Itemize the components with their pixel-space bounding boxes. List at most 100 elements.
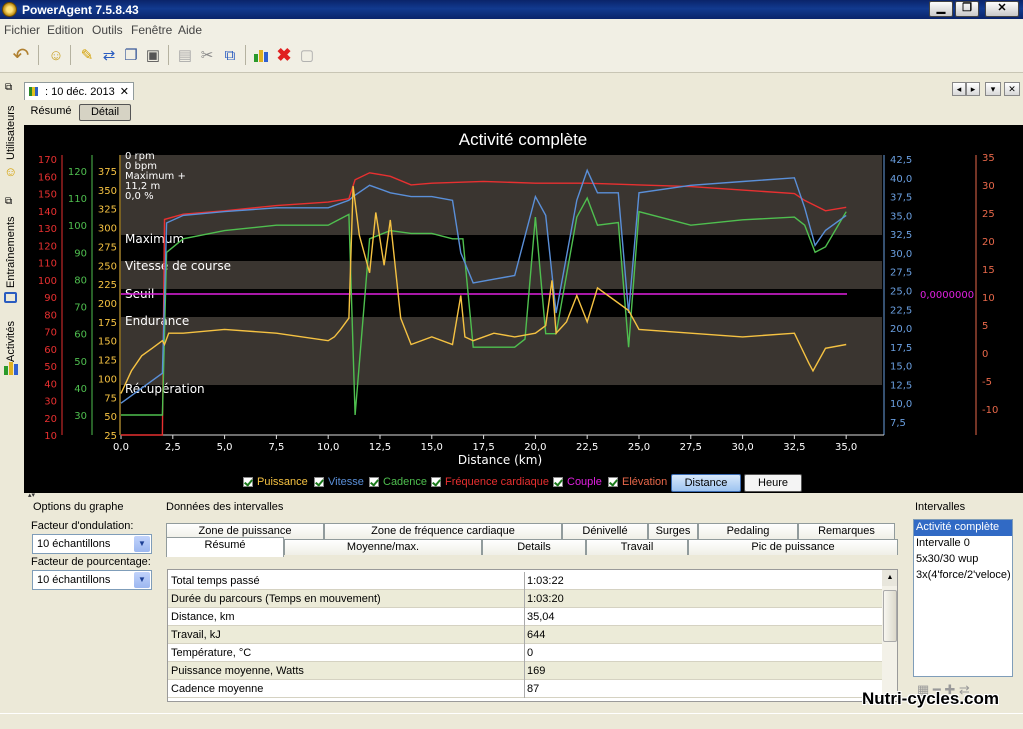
percent-select[interactable]: 10 échantillons ▼ <box>32 570 152 590</box>
sidebar-item-utilisateurs[interactable]: Utilisateurs <box>2 100 20 160</box>
checkbox-icon[interactable] <box>314 477 324 487</box>
interval-item[interactable]: Intervalle 0 <box>914 536 1012 552</box>
row-label: Température, °C <box>171 647 252 659</box>
smoothing-select[interactable]: 10 échantillons ▼ <box>32 534 152 554</box>
tab-interval-4[interactable]: Pedaling <box>698 523 798 539</box>
cut-icon[interactable]: ✂ <box>196 44 218 66</box>
disabled-icon[interactable]: ▢ <box>296 44 318 66</box>
tab-summary-0[interactable]: Résumé <box>166 537 284 557</box>
menu-fichier[interactable]: Fichier <box>4 23 40 37</box>
tab-resume[interactable]: Résumé <box>28 104 74 121</box>
copy-icon[interactable]: ❐ <box>120 44 142 66</box>
power-tick: 150 <box>98 337 117 348</box>
legend-item[interactable]: Cadence <box>369 476 427 488</box>
document-icon[interactable]: ▤ <box>174 44 196 66</box>
restore-button[interactable]: ❐ <box>955 1 979 17</box>
nav-close-button[interactable]: ✕ <box>1004 82 1020 96</box>
checkbox-icon[interactable] <box>369 477 379 487</box>
delete-icon[interactable]: ✖ <box>273 44 295 66</box>
tab-summary-4[interactable]: Pic de puissance <box>688 539 898 555</box>
close-window-button[interactable]: ✕ <box>985 1 1019 17</box>
hr-tick: 160 <box>38 172 57 183</box>
user-icon[interactable]: ☺ <box>45 44 67 66</box>
legend-item[interactable]: Fréquence cardiaque <box>431 476 549 488</box>
paste-icon[interactable]: ▣ <box>142 44 164 66</box>
tab-interval-5[interactable]: Remarques <box>798 523 895 539</box>
wand-icon[interactable]: ✎ <box>76 44 98 66</box>
dock-icon[interactable]: ⧉ <box>5 196 12 207</box>
power-tick: 75 <box>104 393 117 404</box>
tab-interval-2[interactable]: Dénivellé <box>562 523 648 539</box>
menu-edition[interactable]: Edition <box>47 23 84 37</box>
elevation-tick: 5 <box>982 321 988 332</box>
distance-axis-button[interactable]: Distance <box>671 474 741 492</box>
time-axis-button[interactable]: Heure <box>744 474 802 492</box>
elevation-tick: 35 <box>982 153 995 164</box>
legend-item[interactable]: Puissance <box>243 476 308 488</box>
menu-aide[interactable]: Aide <box>178 23 202 37</box>
x-tick-label: 12,5 <box>369 442 391 453</box>
nav-right-button[interactable]: ▸ <box>966 82 980 96</box>
bottom-panel: Options du graphe Facteur d'ondulation: … <box>24 499 1023 713</box>
tab-activity[interactable]: : 10 déc. 2013 ✕ <box>24 82 134 100</box>
legend-item[interactable]: Elévation <box>608 476 667 488</box>
x-tick-label: 17,5 <box>472 442 494 453</box>
interval-item[interactable]: 3x(4'force/2'veloce) <box>914 568 1012 584</box>
chart-legend: Puissance Vitesse Cadence Fréquence cardiaq… <box>24 472 1023 492</box>
speed-tick: 17,5 <box>890 343 912 354</box>
chart-icon[interactable] <box>250 44 272 66</box>
hr-tick: 30 <box>44 397 57 408</box>
speed-tick: 12,5 <box>890 380 912 391</box>
table-row: Distance, km 35,04 <box>168 608 882 626</box>
sidebar-item-entrainements[interactable]: Entraînements <box>2 212 20 288</box>
table-scrollbar[interactable]: ▲ <box>882 570 897 701</box>
menu-fenetre[interactable]: Fenêtre <box>131 23 172 37</box>
export-icon[interactable]: ⧉ <box>219 44 241 66</box>
menu-outils[interactable]: Outils <box>92 23 123 37</box>
checkbox-icon[interactable] <box>608 477 618 487</box>
sidebar-item-activites[interactable]: Activités <box>2 312 20 362</box>
scroll-up-icon[interactable]: ▲ <box>882 570 897 586</box>
chevron-down-icon: ▼ <box>134 536 150 552</box>
power-tick: 250 <box>98 261 117 272</box>
close-icon[interactable]: ✕ <box>120 85 129 98</box>
nav-menu-button[interactable]: ▾ <box>985 82 1001 96</box>
interval-item[interactable]: Activité complète <box>914 520 1012 536</box>
smoothing-value: 10 échantillons <box>37 538 111 550</box>
undo-icon[interactable]: ↶ <box>10 44 32 67</box>
move-icon[interactable]: ⇄ <box>98 44 120 66</box>
tab-interval-3[interactable]: Surges <box>648 523 698 539</box>
hr-tick: 70 <box>44 328 57 339</box>
activity-icon <box>29 87 38 96</box>
tab-summary-1[interactable]: Moyenne/max. <box>284 539 482 555</box>
legend-item[interactable]: Vitesse <box>314 476 364 488</box>
legend-item[interactable]: Couple <box>553 476 602 488</box>
minimize-button[interactable]: ▁ <box>929 1 953 17</box>
smoothing-label: Facteur d'ondulation: <box>31 520 134 532</box>
zone-label: Maximum <box>125 232 184 246</box>
tab-detail[interactable]: Détail <box>79 104 131 121</box>
zone-label: Endurance <box>125 314 189 328</box>
hr-tick: 60 <box>44 345 57 356</box>
checkbox-icon[interactable] <box>243 477 253 487</box>
tab-interval-1[interactable]: Zone de fréquence cardiaque <box>324 523 562 539</box>
nav-left-button[interactable]: ◂ <box>952 82 966 96</box>
speed-tick: 37,5 <box>890 193 912 204</box>
table-row: Puissance moyenne, Watts 169 <box>168 662 882 680</box>
x-tick-label: 25,0 <box>628 442 650 453</box>
interval-item[interactable]: 5x30/30 wup <box>914 552 1012 568</box>
scroll-thumb[interactable] <box>883 590 897 642</box>
power-tick: 225 <box>98 280 117 291</box>
elevation-tick: -10 <box>982 405 998 416</box>
zone-band <box>121 261 882 289</box>
tab-summary-2[interactable]: Details <box>482 539 586 555</box>
tab-summary-3[interactable]: Travail <box>586 539 688 555</box>
speed-tick: 42,5 <box>890 155 912 166</box>
activity-chart[interactable]: Activité complète Maximum Vitesse de cours… <box>24 125 1023 493</box>
x-tick-label: 20,0 <box>524 442 546 453</box>
checkbox-icon[interactable] <box>553 477 563 487</box>
dock-icon[interactable]: ⧉ <box>5 82 12 93</box>
checkbox-icon[interactable] <box>431 477 441 487</box>
power-tick: 325 <box>98 205 117 216</box>
interval-data-title: Données des intervalles <box>166 501 284 513</box>
